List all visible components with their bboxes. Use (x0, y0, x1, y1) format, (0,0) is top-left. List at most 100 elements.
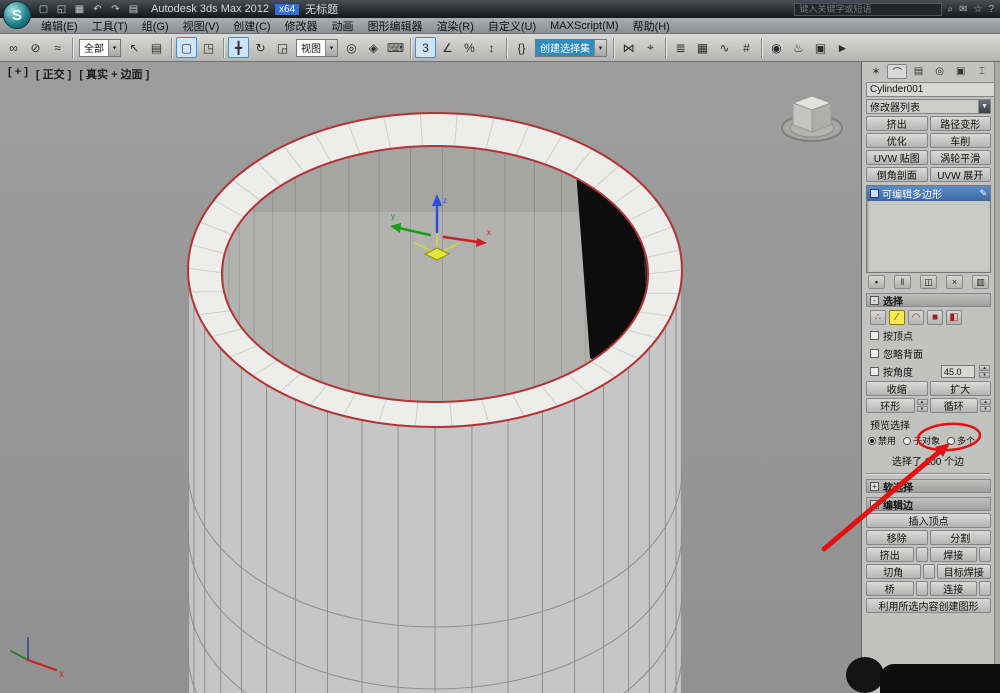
split-button[interactable]: 分割 (930, 530, 992, 545)
angle-snap-toggle-icon[interactable]: ∠ (437, 37, 458, 58)
project-folder-icon[interactable]: ▤ (126, 2, 141, 16)
modify-tab[interactable]: ⌒ (887, 64, 907, 79)
display-tab[interactable]: ▣ (951, 64, 971, 79)
percent-snap-toggle-icon[interactable]: % (459, 37, 480, 58)
show-end-result-icon[interactable]: ‖ (894, 275, 911, 289)
weld-button[interactable]: 焊接 (930, 547, 978, 562)
edit-named-selection-sets-icon[interactable]: {} (511, 37, 532, 58)
menu-item[interactable]: 修改器 (278, 18, 325, 33)
spinner-down-icon[interactable]: ▾ (980, 406, 991, 412)
connect-button[interactable]: 连接 (930, 581, 978, 596)
menu-item[interactable]: 编辑(E) (34, 18, 85, 33)
infocenter-search-input[interactable] (794, 3, 942, 16)
undo-icon[interactable]: ↶ (90, 2, 105, 16)
checkbox-icon[interactable] (870, 349, 879, 358)
stack-item-editable-poly[interactable]: 可编辑多边形✎ (867, 186, 990, 201)
spinner-snap-toggle-icon[interactable]: ↕ (481, 37, 502, 58)
viewcube[interactable] (779, 86, 845, 152)
select-and-link-icon[interactable]: ∞ (3, 37, 24, 58)
graphite-modeling-tools-icon[interactable]: ▦ (692, 37, 713, 58)
perspective-viewport[interactable]: z x y x [ + ] [ 正交 ] [ 真实 + 边面 ] (0, 62, 862, 693)
viewport-canvas[interactable]: z x y x (0, 62, 862, 693)
menu-item[interactable]: 帮助(H) (626, 18, 677, 33)
configure-modifier-sets-icon[interactable]: ▥ (972, 275, 989, 289)
curve-editor-icon[interactable]: ∿ (714, 37, 735, 58)
checkbox-icon[interactable] (870, 331, 879, 340)
save-file-icon[interactable]: ▦ (72, 2, 87, 16)
select-and-manipulate-icon[interactable]: ◈ (363, 37, 384, 58)
snaps-toggle-icon[interactable]: 3 (415, 37, 436, 58)
render-production-icon[interactable]: ► (832, 37, 853, 58)
select-by-name-icon[interactable]: ▤ (146, 37, 167, 58)
schematic-view-icon[interactable]: # (736, 37, 757, 58)
vertex-mode-icon[interactable]: ∴ (870, 310, 886, 325)
dropdown-arrow-icon[interactable]: ▾ (594, 40, 606, 56)
menu-item[interactable]: 组(G) (135, 18, 176, 33)
checkbox-icon[interactable] (870, 367, 879, 376)
menu-item[interactable]: 图形编辑器 (361, 18, 430, 33)
modifier-set-button[interactable]: UVW 贴图 (866, 150, 928, 165)
render-setup-icon[interactable]: ♨ (788, 37, 809, 58)
polygon-mode-icon[interactable]: ■ (927, 310, 943, 325)
remove-button[interactable]: 移除 (866, 530, 928, 545)
select-object-icon[interactable]: ↖ (124, 37, 145, 58)
modifier-set-button[interactable]: 车削 (930, 133, 992, 148)
grow-button[interactable]: 扩大 (930, 381, 992, 396)
loop-spinner[interactable]: ▴ ▾ (980, 399, 991, 412)
rollout-soft-selection[interactable]: + 软选择 (866, 479, 991, 493)
ignore-backfacing-checkbox[interactable]: 忽略背面 (870, 346, 990, 361)
spinner-up-icon[interactable]: ▴ (979, 365, 990, 371)
radio-multiple[interactable] (947, 437, 955, 445)
rectangular-selection-region-icon[interactable]: ▢ (176, 37, 197, 58)
connect-settings-icon[interactable] (979, 581, 991, 596)
bridge-settings-icon[interactable] (916, 581, 928, 596)
collapse-icon[interactable]: - (870, 296, 879, 305)
align-icon[interactable]: ⌖ (640, 37, 661, 58)
viewport-pov-menu[interactable]: [ 正交 ] (36, 66, 71, 82)
collapse-icon[interactable]: + (870, 482, 879, 491)
rollout-selection[interactable]: - 选择 (866, 293, 991, 307)
keyboard-shortcut-override-icon[interactable]: ⌨ (385, 37, 406, 58)
new-scene-icon[interactable]: ▢ (36, 2, 51, 16)
weld-settings-icon[interactable] (979, 547, 991, 562)
viewport-label[interactable]: [ + ] [ 正交 ] [ 真实 + 边面 ] (8, 66, 149, 82)
modifier-set-button[interactable]: 路径变形 (930, 116, 992, 131)
hierarchy-tab[interactable]: ▤ (908, 64, 928, 79)
chamfer-settings-icon[interactable] (923, 564, 935, 579)
spinner-down-icon[interactable]: ▾ (979, 372, 990, 378)
chamfer-button[interactable]: 切角 (866, 564, 921, 579)
dropdown-arrow-icon[interactable]: ▾ (108, 40, 120, 56)
spinner-up-icon[interactable]: ▴ (980, 399, 991, 405)
modifier-set-button[interactable]: 倒角剖面 (866, 167, 928, 182)
favorites-icon[interactable]: ☆ (973, 4, 982, 15)
dropdown-arrow-icon[interactable]: ▾ (325, 40, 337, 56)
ring-spinner[interactable]: ▴ ▾ (917, 399, 928, 412)
modifier-list-dropdown[interactable]: 修改器列表 ▼ (866, 99, 991, 114)
modifier-set-button[interactable]: 优化 (866, 133, 928, 148)
modifier-set-button[interactable]: 涡轮平滑 (930, 150, 992, 165)
angle-value-field[interactable] (941, 365, 975, 378)
visibility-icon[interactable]: ✎ (979, 188, 987, 199)
max-logo-icon[interactable]: S (3, 1, 31, 29)
remove-modifier-icon[interactable]: × (946, 275, 963, 289)
open-file-icon[interactable]: ◱ (54, 2, 69, 16)
collapse-icon[interactable]: - (870, 500, 879, 509)
modifier-set-button[interactable]: UVW 展开 (930, 167, 992, 182)
extrude-button[interactable]: 挤出 (866, 547, 914, 562)
dropdown-arrow-icon[interactable]: ▼ (978, 100, 990, 113)
utilities-tab[interactable]: ⌶ (972, 64, 992, 79)
reference-coordinate-system-dropdown[interactable]: 视图▾ (296, 39, 338, 57)
viewport-shading-menu[interactable]: [ 真实 + 边面 ] (79, 66, 149, 82)
search-icon[interactable]: ⌕ (947, 4, 953, 15)
bridge-button[interactable]: 桥 (866, 581, 914, 596)
layer-manager-icon[interactable]: ≣ (670, 37, 691, 58)
spinner-up-icon[interactable]: ▴ (917, 399, 928, 405)
named-selection-sets-dropdown[interactable]: 创建选择集▾ (535, 39, 607, 57)
menu-item[interactable]: 创建(C) (226, 18, 277, 33)
motion-tab[interactable]: ◎ (930, 64, 950, 79)
shrink-button[interactable]: 收缩 (866, 381, 928, 396)
unlink-selection-icon[interactable]: ⊘ (25, 37, 46, 58)
cylinder-top-ring[interactable] (188, 113, 682, 427)
modifier-set-button[interactable]: 挤出 (866, 116, 928, 131)
rollout-edit-edges[interactable]: - 编辑边 (866, 497, 991, 511)
